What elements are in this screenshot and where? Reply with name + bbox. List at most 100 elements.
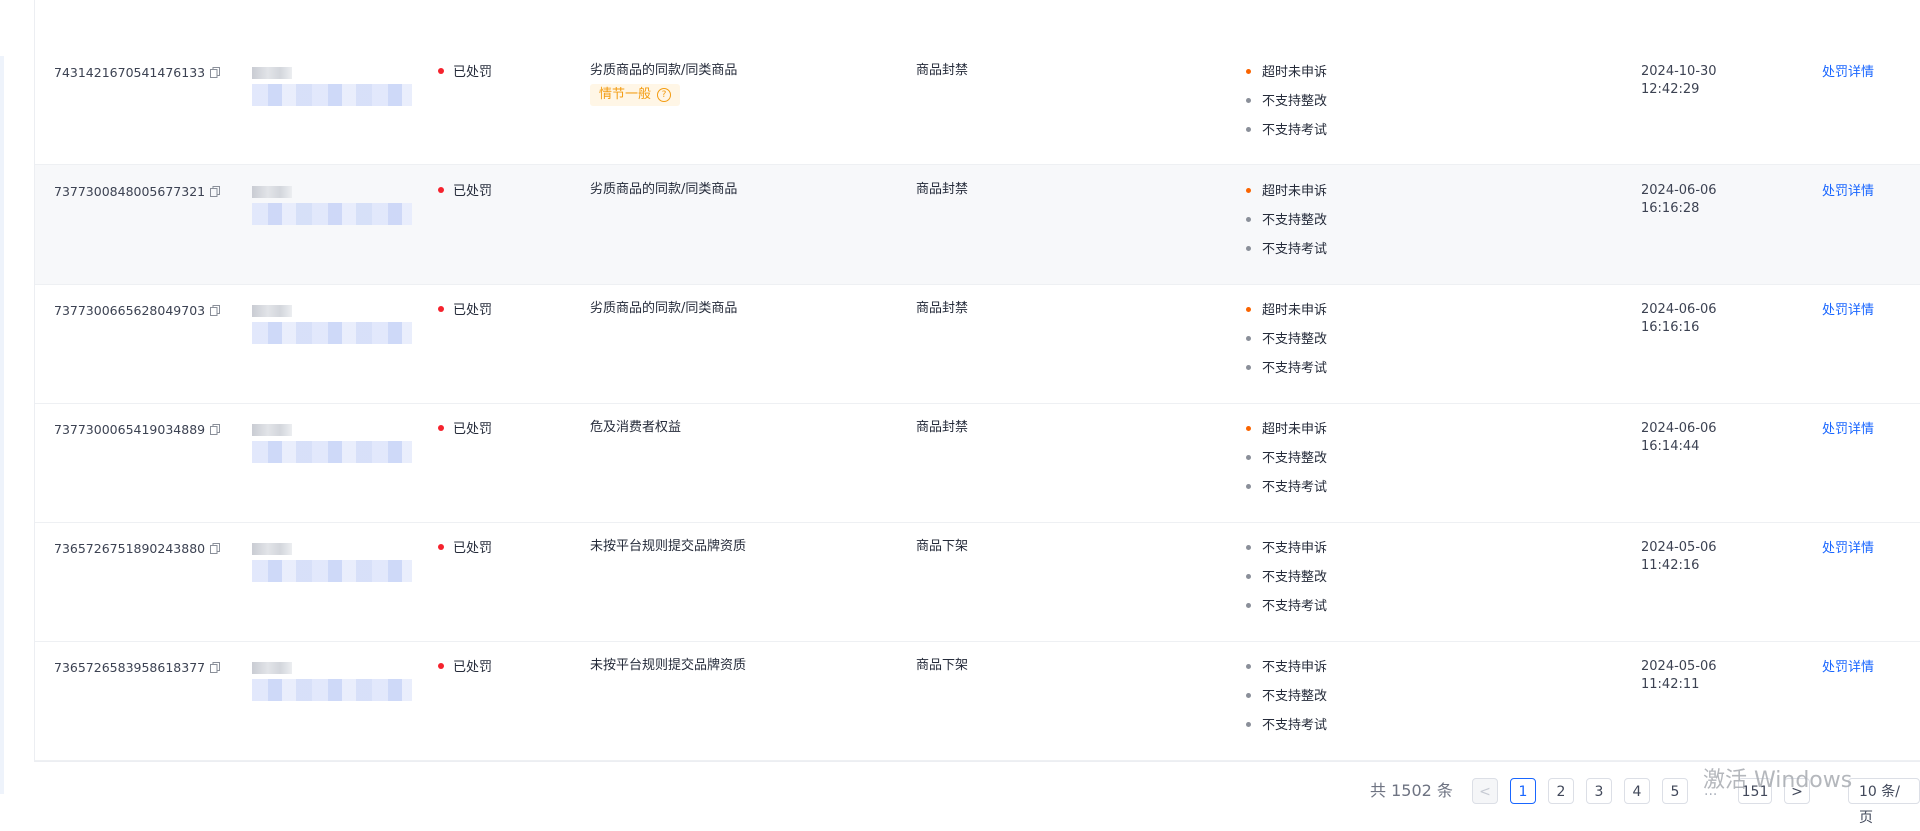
bullet-dot-icon [1246,246,1251,251]
page-2-button[interactable]: 2 [1548,778,1574,804]
help-icon[interactable]: ? [657,88,672,102]
bullet-dot-icon [1246,307,1251,312]
rights-label: 不支持考试 [1262,718,1328,733]
penalty-detail-link[interactable]: 处罚详情 [1822,659,1874,677]
rights-item: 不支持整改 [1246,688,1327,717]
windows-activation-watermark: 激活 Windows [1703,768,1853,793]
penalty-measure: 商品下架 [916,539,969,554]
penalty-measure: 商品封禁 [916,301,969,316]
record-id: 7431421670541476133 [54,64,221,82]
total-count: 共 1502 条 [1370,781,1453,800]
bullet-dot-icon [1246,188,1251,193]
rights-label: 不支持考试 [1262,123,1328,138]
penalty-detail-link[interactable]: 处罚详情 [1822,183,1874,201]
rights-label: 超时未申诉 [1262,303,1328,318]
rights-label: 不支持整改 [1262,94,1328,109]
rights-item: 不支持整改 [1246,450,1327,479]
rights-item: 不支持整改 [1246,569,1327,598]
penalty-measure: 商品下架 [916,658,969,673]
bullet-dot-icon [1246,217,1251,222]
violation-reason: 危及消费者权益 [590,420,682,435]
penalty-time: 2024-06-06 16:16:16 [1641,301,1731,337]
status-dot-icon [438,306,444,312]
status-label: 已处罚 [453,541,493,556]
penalty-time: 2024-10-30 12:42:29 [1641,63,1731,99]
penalty-clock: 11:42:11 [1641,677,1700,692]
copy-icon[interactable] [210,660,221,673]
penalty-detail-link[interactable]: 处罚详情 [1822,64,1874,82]
rights-label: 不支持考试 [1262,480,1328,495]
rights-item: 不支持整改 [1246,331,1327,360]
rights-label: 不支持考试 [1262,599,1328,614]
product-name-link[interactable] [252,84,412,106]
status-dot-icon [438,68,444,74]
rights-item: 不支持考试 [1246,598,1327,627]
rights-item: 不支持考试 [1246,241,1327,270]
product-name-link[interactable] [252,441,412,463]
rights-item: 不支持考试 [1246,717,1327,746]
page-1-button[interactable]: 1 [1510,778,1536,804]
pagination: 共 1502 条 < 1 2 3 4 5 ... 151 > 10 条/页 [0,778,1920,826]
rights-list: 不支持申诉不支持整改不支持考试 [1246,540,1327,627]
penalty-time: 2024-06-06 16:16:28 [1641,182,1731,218]
product-name-link[interactable] [252,679,412,701]
copy-icon[interactable] [210,65,221,78]
rights-label: 不支持申诉 [1262,541,1328,556]
penalty-time: 2024-05-06 11:42:16 [1641,539,1731,575]
bullet-dot-icon [1246,455,1251,460]
violation-reason: 未按平台规则提交品牌资质 [590,658,747,673]
rights-list: 超时未申诉不支持整改不支持考试 [1246,183,1327,270]
penalty-clock: 16:14:44 [1641,439,1700,454]
penalty-clock: 12:42:29 [1641,82,1700,97]
status-badge: 已处罚 [438,421,492,439]
status-dot-icon [438,425,444,431]
table-row: 7377300848005677321 已处罚 劣质商品的同款/同类商品 商品封禁 超时… [35,165,1920,285]
record-id: 7377300848005677321 [54,183,221,201]
status-dot-icon [438,544,444,550]
left-panel-rule [0,56,4,794]
status-dot-icon [438,187,444,193]
bullet-dot-icon [1246,603,1251,608]
penalty-date: 2024-06-06 [1641,183,1717,198]
product-name-link[interactable] [252,560,412,582]
penalty-date: 2024-06-06 [1641,302,1717,317]
rights-item: 超时未申诉 [1246,421,1327,450]
status-label: 已处罚 [453,422,493,437]
rights-item: 不支持整改 [1246,212,1327,241]
product-name-link[interactable] [252,203,412,225]
rights-item: 不支持考试 [1246,122,1327,151]
page-5-button[interactable]: 5 [1662,778,1688,804]
page-3-button[interactable]: 3 [1586,778,1612,804]
product-thumbnail [252,662,292,674]
rights-list: 超时未申诉 不支持整改 不支持考试 [1246,421,1327,508]
page-size-select[interactable]: 10 条/页 [1848,778,1920,826]
record-id-text: 7377300848005677321 [54,184,206,199]
copy-icon[interactable] [210,422,221,435]
record-id-text: 7377300065419034889 [54,422,206,437]
rights-label: 不支持整改 [1262,213,1328,228]
rights-label: 不支持整改 [1262,570,1328,585]
penalty-clock: 16:16:16 [1641,320,1700,335]
rights-label: 超时未申诉 [1262,184,1328,199]
record-id: 7365726583958618377 [54,659,221,677]
penalty-detail-link[interactable]: 处罚详情 [1822,302,1874,320]
penalty-measure: 商品封禁 [916,420,969,435]
record-id: 7377300065419034889 [54,421,221,439]
bullet-dot-icon [1246,69,1251,74]
product-thumbnail [252,543,292,555]
page-4-button[interactable]: 4 [1624,778,1650,804]
penalty-detail-link[interactable]: 处罚详情 [1822,540,1874,558]
copy-icon[interactable] [210,184,221,197]
penalty-detail-link[interactable]: 处罚详情 [1822,421,1874,439]
status-label: 已处罚 [453,660,493,675]
penalty-measure: 商品封禁 [916,63,969,78]
prev-page-button[interactable]: < [1472,778,1498,804]
rights-item: 不支持申诉 [1246,540,1327,569]
copy-icon[interactable] [210,303,221,316]
rights-label: 不支持考试 [1262,242,1328,257]
product-name-link[interactable] [252,322,412,344]
bullet-dot-icon [1246,336,1251,341]
bullet-dot-icon [1246,127,1251,132]
copy-icon[interactable] [210,541,221,554]
rights-list: 超时未申诉 不支持整改 不支持考试 [1246,64,1327,151]
